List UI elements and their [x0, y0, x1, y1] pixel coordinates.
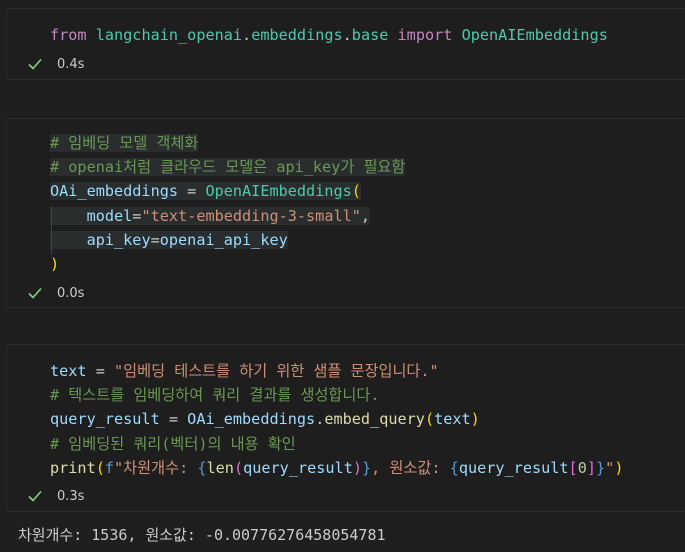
code-token: ,	[360, 206, 371, 225]
checkmark-icon	[28, 490, 42, 502]
code-token: # 임베딩 모델 객체화	[50, 134, 199, 152]
code-line[interactable]: model="text-embedding-3-small",	[50, 204, 405, 228]
cell-output: 차원개수: 1536, 원소값: -0.00776276458054781	[18, 526, 386, 544]
code-cell-1[interactable]: from langchain_openai.embeddings.base im…	[6, 8, 685, 80]
indent-guide	[51, 207, 52, 255]
code-token: )	[470, 410, 480, 429]
code-token: , 원소값:	[371, 458, 450, 477]
code-token: base	[351, 26, 389, 44]
code-line[interactable]: from langchain_openai.embeddings.base im…	[50, 23, 608, 47]
execution-time: 0.3s	[57, 488, 85, 504]
code-token: # 텍스트를 임베딩하여 쿼리 결과를 생성합니다.	[50, 386, 380, 405]
code-token: api_key	[86, 230, 151, 249]
code-token: print	[50, 458, 96, 477]
code-token: text	[50, 362, 87, 380]
code-line[interactable]: print(f"차원개수: {len(query_result)}, 원소값: …	[50, 456, 623, 480]
code-token: .	[342, 26, 352, 44]
code-token: {	[449, 458, 459, 477]
checkmark-icon	[28, 58, 42, 70]
code-token: text	[434, 410, 471, 429]
code-token: embeddings	[251, 26, 343, 44]
code-token: )	[50, 254, 60, 273]
code-line[interactable]: api_key=openai_api_key	[50, 228, 405, 252]
code-token: openai_api_key	[159, 230, 288, 249]
code-line[interactable]: # 텍스트를 임베딩하여 쿼리 결과를 생성합니다.	[50, 383, 623, 407]
code-token: )	[352, 458, 362, 477]
code-line[interactable]: )	[50, 252, 405, 276]
cell-3-code[interactable]: text = "임베딩 테스트를 하기 위한 샘플 문장입니다." # 텍스트를 …	[50, 359, 623, 480]
code-token: query_result	[50, 410, 160, 429]
code-token: =	[150, 230, 160, 249]
code-token	[50, 206, 87, 225]
code-token: "	[605, 458, 615, 477]
cell-2-status: 0.0s	[27, 285, 84, 301]
code-token: query_result	[458, 458, 569, 477]
code-token: =	[86, 362, 115, 380]
code-token: ]	[586, 458, 597, 477]
code-token: embed_query	[324, 410, 425, 429]
code-cell-3[interactable]: text = "임베딩 테스트를 하기 위한 샘플 문장입니다." # 텍스트를 …	[6, 344, 685, 512]
code-token: .	[242, 26, 252, 44]
code-line[interactable]: # 임베딩 모델 객체화	[50, 131, 405, 155]
execution-time: 0.0s	[57, 285, 85, 301]
code-token: 0	[577, 458, 587, 477]
code-token: }	[596, 458, 606, 477]
cell-3-status: 0.3s	[27, 488, 84, 504]
checkmark-icon	[28, 287, 42, 299]
code-token: OpenAIEmbeddings	[205, 182, 352, 201]
code-token: (	[233, 458, 244, 477]
code-token: OAi_embeddings	[50, 182, 179, 201]
code-token: OAi_embeddings	[187, 410, 316, 429]
code-token: }	[362, 458, 372, 477]
code-line[interactable]: OAi_embeddings = OpenAIEmbeddings(	[50, 179, 405, 203]
code-token: [	[568, 458, 578, 477]
code-token: OpenAIEmbeddings	[461, 26, 608, 44]
code-line[interactable]: text = "임베딩 테스트를 하기 위한 샘플 문장입니다."	[50, 359, 623, 383]
code-token: from	[50, 26, 87, 44]
code-token: "차원개수:	[114, 458, 198, 477]
code-token: (	[95, 458, 105, 477]
code-line[interactable]: query_result = OAi_embeddings.embed_quer…	[50, 407, 623, 431]
code-line[interactable]: # 임베딩된 쿼리(벡터)의 내용 확인	[50, 432, 623, 456]
cell-1-status: 0.4s	[27, 56, 84, 72]
code-cell-2[interactable]: # 임베딩 모델 객체화 # openai처럼 클라우드 모델은 api_key가…	[6, 118, 685, 308]
code-token: {	[197, 458, 207, 477]
code-token: len	[206, 458, 234, 477]
code-line[interactable]: # openai처럼 클라우드 모델은 api_key가 필요함	[50, 155, 406, 179]
code-token: =	[159, 410, 188, 429]
code-token: =	[178, 182, 206, 201]
cell-2-code[interactable]: # 임베딩 모델 객체화 # openai처럼 클라우드 모델은 api_key가…	[50, 131, 406, 276]
cell-1-code[interactable]: from langchain_openai.embeddings.base im…	[50, 23, 608, 47]
code-token: query_result	[243, 458, 353, 477]
code-token: "text-embedding-3-small"	[141, 206, 361, 225]
code-token: import	[397, 26, 453, 44]
code-token: langchain_openai	[95, 26, 243, 44]
code-token: f	[104, 458, 115, 477]
code-token: )	[614, 458, 624, 477]
code-token: (	[351, 182, 361, 201]
code-token: (	[424, 410, 435, 429]
code-token	[50, 230, 87, 249]
code-token: # 임베딩된 쿼리(벡터)의 내용 확인	[50, 434, 296, 453]
code-token: .	[315, 410, 325, 429]
code-token: model	[86, 206, 133, 225]
execution-time: 0.4s	[57, 56, 85, 72]
code-token: # openai처럼 클라우드 모델은 api_key가 필요함	[50, 158, 406, 177]
code-token: "임베딩 테스트를 하기 위한 샘플 문장입니다."	[114, 362, 439, 380]
